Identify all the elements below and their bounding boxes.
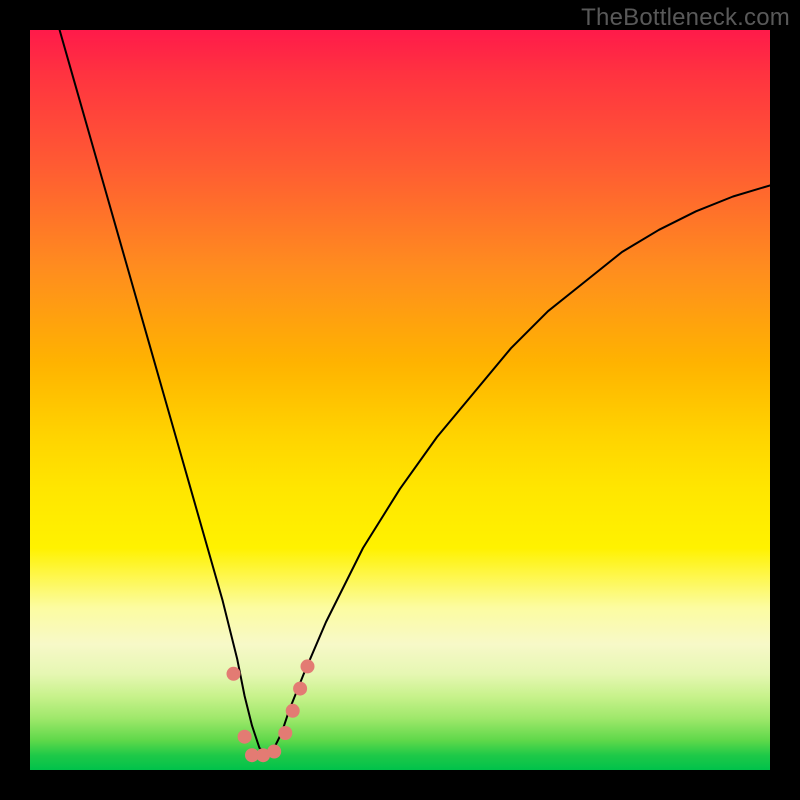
highlight-points [227,659,315,762]
plot-area [30,30,770,770]
highlight-point [238,730,252,744]
chart-svg [30,30,770,770]
bottleneck-curve [60,30,770,755]
highlight-point [227,667,241,681]
highlight-point [301,659,315,673]
highlight-point [286,704,300,718]
chart-frame: TheBottleneck.com [0,0,800,800]
highlight-point [293,682,307,696]
watermark-link[interactable]: TheBottleneck.com [581,4,790,32]
highlight-point [267,745,281,759]
highlight-point [278,726,292,740]
watermark-text: TheBottleneck.com [581,4,790,31]
